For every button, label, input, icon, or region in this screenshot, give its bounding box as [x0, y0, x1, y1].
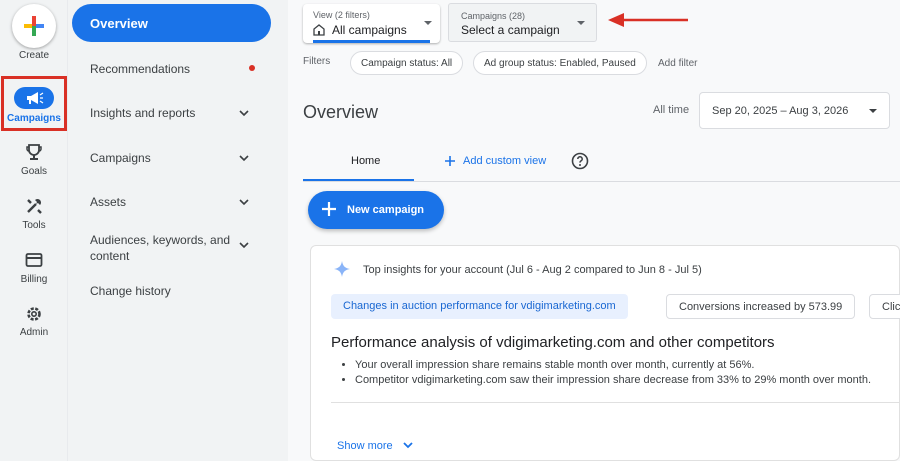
nav-item-audiences-line2: content — [90, 249, 130, 263]
campaign-count: Campaigns (28) — [461, 11, 526, 21]
insight-chip-clicks[interactable]: Clic — [869, 294, 900, 319]
nav-item-change-history[interactable]: Change history — [90, 284, 171, 298]
notification-dot — [249, 65, 255, 71]
view-filter-count: View (2 filters) — [313, 10, 370, 20]
all-time-label: All time — [653, 104, 690, 116]
add-custom-view-button[interactable]: Add custom view — [463, 155, 546, 167]
campaign-selector[interactable]: Campaigns (28) Select a campaign — [448, 3, 597, 42]
create-button[interactable] — [12, 4, 56, 48]
chevron-down-icon — [403, 442, 413, 449]
tools-label[interactable]: Tools — [0, 220, 68, 231]
nav-item-assets[interactable]: Assets — [90, 195, 126, 209]
chevron-down-icon[interactable] — [238, 152, 250, 164]
billing-card-icon — [25, 253, 43, 267]
date-range-picker[interactable]: Sep 20, 2025 – Aug 3, 2026 — [699, 92, 890, 129]
gear-icon — [27, 307, 41, 321]
chevron-down-icon[interactable] — [238, 239, 250, 251]
chevron-down-icon[interactable] — [238, 107, 250, 119]
plus-multicolor-icon — [24, 16, 44, 36]
nav-item-recommendations[interactable]: Recommendations — [90, 62, 190, 76]
nav-item-audiences-line1: Audiences, keywords, and — [90, 233, 231, 247]
list-item: Your overall impression share remains st… — [355, 359, 871, 371]
tab-home[interactable]: Home — [351, 155, 380, 167]
nav-item-overview[interactable]: Overview — [72, 4, 271, 42]
insight-chip-auction[interactable]: Changes in auction performance for vdigi… — [331, 294, 628, 319]
show-more-label: Show more — [337, 440, 393, 452]
view-selected-value: All campaigns — [332, 23, 407, 37]
insight-chip-conversions[interactable]: Conversions increased by 573.99 — [666, 294, 856, 319]
show-more-button[interactable]: Show more — [337, 439, 413, 452]
card-divider — [331, 402, 899, 403]
plus-icon — [445, 156, 455, 166]
dropdown-arrow-icon — [577, 21, 585, 25]
insights-card: Top insights for your account (Jul 6 - A… — [310, 245, 900, 461]
tabs-divider — [303, 181, 900, 182]
page-title: Overview — [303, 102, 379, 122]
performance-analysis-title: Performance analysis of vdigimarketing.c… — [331, 334, 775, 351]
nav-item-insights[interactable]: Insights and reports — [90, 106, 195, 120]
tools-icon — [27, 198, 42, 214]
plus-icon — [322, 202, 336, 216]
side-navigation: Overview Recommendations Insights and re… — [68, 0, 288, 461]
new-campaign-label: New campaign — [347, 204, 425, 216]
add-filter-link[interactable]: Add filter — [658, 58, 697, 69]
date-range-value: Sep 20, 2025 – Aug 3, 2026 — [712, 105, 849, 117]
billing-label[interactable]: Billing — [0, 274, 68, 285]
left-rail: Create Campaigns Goals Tools Billing Adm… — [0, 0, 68, 461]
filter-chip-campaign-status[interactable]: Campaign status: All — [350, 51, 464, 75]
chevron-down-icon[interactable] — [238, 196, 250, 208]
sparkle-icon — [334, 261, 350, 277]
annotation-arrow-icon — [608, 13, 688, 27]
help-icon[interactable] — [571, 152, 589, 170]
insights-heading: Top insights for your account (Jul 6 - A… — [363, 264, 702, 276]
view-selector[interactable]: View (2 filters) All campaigns — [303, 4, 440, 43]
campaigns-rail-button[interactable] — [14, 87, 54, 109]
list-item: Competitor vdigimarketing.com saw their … — [355, 374, 871, 386]
filters-label: Filters — [303, 56, 331, 67]
campaigns-rail-label[interactable]: Campaigns — [0, 113, 68, 124]
insight-bullets: Your overall impression share remains st… — [341, 359, 871, 389]
dropdown-arrow-icon — [424, 21, 432, 25]
megaphone-icon — [27, 92, 44, 104]
new-campaign-button[interactable]: New campaign — [308, 191, 444, 229]
goals-label[interactable]: Goals — [0, 166, 68, 177]
dropdown-arrow-icon — [869, 109, 877, 113]
nav-item-audiences[interactable]: Audiences, keywords, and content — [90, 232, 230, 264]
building-icon — [313, 24, 325, 36]
filter-chip-ad-group-status[interactable]: Ad group status: Enabled, Paused — [473, 51, 647, 75]
campaign-selected-value: Select a campaign — [461, 23, 560, 37]
nav-item-campaigns[interactable]: Campaigns — [90, 151, 151, 165]
create-label: Create — [18, 50, 49, 61]
view-active-underline — [313, 40, 430, 43]
admin-label[interactable]: Admin — [0, 327, 68, 338]
main-content: View (2 filters) All campaigns Campaigns… — [288, 0, 900, 461]
trophy-icon — [26, 144, 42, 160]
